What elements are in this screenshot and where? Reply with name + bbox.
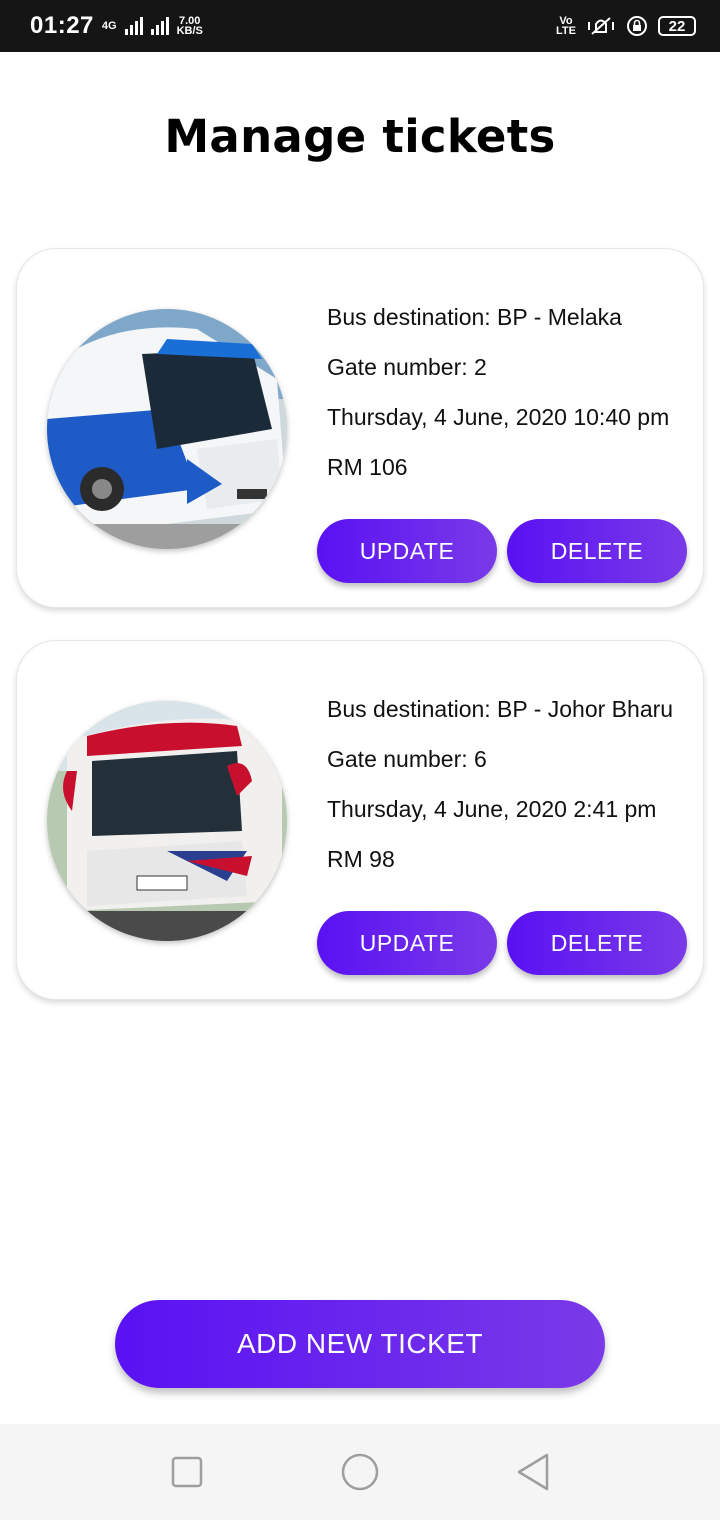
ticket-card: Bus destination: BP - Melaka Gate number…	[16, 248, 704, 608]
delete-button[interactable]: DELETE	[507, 911, 687, 975]
volte-line2: LTE	[556, 25, 576, 37]
ticket-info: Bus destination: BP - Melaka Gate number…	[327, 299, 669, 499]
bus-photo	[47, 309, 287, 549]
status-left: 01:27 4G 7.00 KB/S	[30, 12, 203, 40]
bus-photo-blue	[47, 309, 287, 549]
data-speed: 7.00 KB/S	[176, 16, 203, 37]
data-speed-unit: KB/S	[176, 25, 203, 37]
update-button[interactable]: UPDATE	[317, 911, 497, 975]
signal-icon-2	[150, 17, 169, 35]
bus-photo	[47, 701, 287, 941]
ticket-destination: Bus destination: BP - Johor Bharu	[327, 696, 674, 722]
ticket-price: RM 106	[327, 454, 408, 480]
volte-indicator: Vo LTE	[556, 16, 576, 37]
back-button[interactable]	[503, 1442, 563, 1502]
network-type: 4G	[101, 20, 117, 32]
home-icon	[341, 1453, 379, 1491]
ticket-gate: Gate number: 2	[327, 354, 487, 380]
ticket-info: Bus destination: BP - Johor Bharu Gate n…	[327, 691, 673, 891]
ticket-price: RM 98	[327, 846, 395, 872]
recent-apps-icon	[171, 1456, 202, 1488]
update-button[interactable]: UPDATE	[317, 519, 497, 583]
navigation-bar	[0, 1424, 720, 1520]
ticket-gate: Gate number: 6	[327, 746, 487, 772]
add-new-ticket-button[interactable]: ADD NEW TICKET	[115, 1300, 605, 1388]
signal-icon	[124, 17, 143, 35]
ticket-card: Bus destination: BP - Johor Bharu Gate n…	[16, 640, 704, 1000]
back-icon	[518, 1453, 549, 1491]
recent-apps-button[interactable]	[157, 1442, 217, 1502]
home-button[interactable]	[330, 1442, 390, 1502]
bus-photo-red	[47, 701, 287, 941]
status-bar: 01:27 4G 7.00 KB/S Vo LTE 22	[0, 0, 720, 52]
vibrate-icon	[588, 17, 614, 35]
rotation-lock-icon	[627, 16, 647, 36]
battery-icon: 22	[658, 16, 696, 36]
ticket-datetime: Thursday, 4 June, 2020 2:41 pm	[327, 796, 657, 822]
status-time: 01:27	[30, 12, 94, 39]
ticket-destination: Bus destination: BP - Melaka	[327, 304, 622, 330]
ticket-datetime: Thursday, 4 June, 2020 10:40 pm	[327, 404, 670, 430]
delete-button[interactable]: DELETE	[507, 519, 687, 583]
page-title: Manage tickets	[164, 110, 556, 163]
status-right: Vo LTE 22	[556, 14, 696, 38]
